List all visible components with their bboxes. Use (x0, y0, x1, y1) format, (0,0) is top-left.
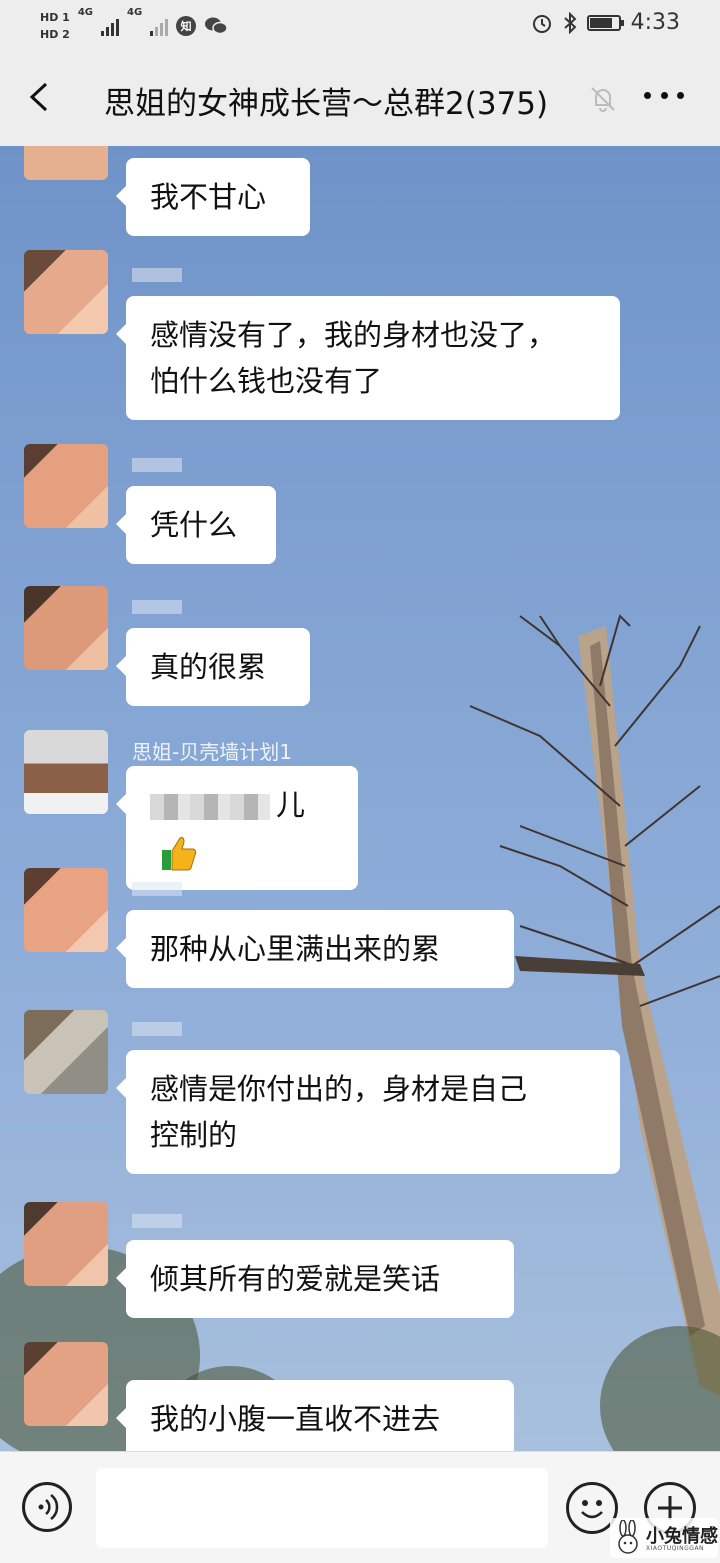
avatar[interactable] (24, 868, 108, 952)
network-label-2: 4G (127, 7, 143, 18)
message-bubble[interactable]: 感情是你付出的，身材是自己 控制的 (116, 1050, 620, 1174)
bell-muted-icon (591, 87, 615, 112)
avatar[interactable] (24, 586, 108, 670)
message-bubble[interactable]: 凭什么 (116, 486, 276, 564)
sender-name (132, 1022, 182, 1036)
message-bubble[interactable]: 儿 (116, 766, 358, 890)
thumbs-up-icon (162, 837, 197, 871)
message-text: 真的很累 (150, 650, 267, 684)
signal-icon-2 (150, 16, 169, 36)
alarm-icon (532, 14, 551, 33)
watermark-subtext: XIAOTUQINGGAN (646, 1545, 705, 1552)
avatar[interactable] (24, 1010, 108, 1094)
rabbit-icon (618, 1520, 638, 1554)
bluetooth-icon (563, 11, 577, 34)
battery-icon (586, 14, 624, 31)
avatar[interactable] (24, 146, 108, 180)
message-text: 那种从心里满出来的累 (150, 932, 441, 966)
message-text: 凭什么 (150, 508, 238, 542)
avatar[interactable] (24, 730, 108, 814)
message-text-line: 感情没有了，我的身材也没了， (150, 318, 557, 352)
sender-name (132, 1214, 182, 1228)
message-text-line: 怕什么钱也没有了 (150, 364, 383, 398)
blurred-text (150, 794, 270, 820)
sender-name: 思姐-贝壳墙计划1 (132, 740, 292, 764)
message-input[interactable] (96, 1468, 548, 1548)
chat-header: 思姐的女神成长营～总群2(375) (0, 52, 720, 146)
hd1-label: HD 1 (40, 11, 70, 24)
network-label-1: 4G (77, 7, 93, 18)
chevron-left-icon[interactable] (26, 82, 56, 112)
sender-name (132, 600, 182, 614)
avatar[interactable] (24, 1202, 108, 1286)
message-bubble[interactable]: 真的很累 (116, 628, 310, 706)
message-text: 倾其所有的爱就是笑话 (150, 1262, 441, 1296)
avatar[interactable] (24, 250, 108, 334)
watermark-logo: 小兔情感 XIAOTUQINGGAN (610, 1518, 718, 1558)
message-text-line: 感情是你付出的，身材是自己 (150, 1072, 528, 1106)
hd2-label: HD 2 (40, 28, 70, 41)
avatar[interactable] (24, 1342, 108, 1426)
status-right: 4:33 (531, 10, 680, 35)
message-text: 儿 (276, 788, 306, 822)
status-left: HD 1 HD 2 4G 4G 知 (40, 6, 228, 46)
message-bubble[interactable]: 我的小腹一直收不进去 (116, 1380, 514, 1451)
chat-area[interactable]: 我不甘心 感情没有了，我的身材也没了， 怕什么钱也没有了 凭什么 真的很累 思姐… (0, 146, 720, 1451)
status-bar: HD 1 HD 2 4G 4G 知 4:33 (0, 0, 720, 52)
sender-name (132, 268, 182, 282)
wechat-icon (205, 17, 228, 35)
zhihu-app-icon: 知 (176, 16, 197, 36)
message-text: 我的小腹一直收不进去 (150, 1402, 441, 1436)
sender-name (132, 458, 182, 472)
message-bubble[interactable]: 倾其所有的爱就是笑话 (116, 1240, 514, 1318)
more-dots-icon[interactable] (644, 80, 684, 110)
message-bubble[interactable]: 那种从心里满出来的累 (116, 910, 514, 988)
voice-icon[interactable] (22, 1482, 72, 1532)
clock: 4:33 (630, 10, 680, 35)
sender-name (132, 882, 182, 896)
message-text-line: 控制的 (150, 1118, 238, 1152)
page-title: 思姐的女神成长营～总群2(375) (104, 86, 549, 122)
message-bubble[interactable]: 我不甘心 (116, 158, 310, 236)
avatar[interactable] (24, 444, 108, 528)
message-bubble[interactable]: 感情没有了，我的身材也没了， 怕什么钱也没有了 (116, 296, 620, 420)
message-text: 我不甘心 (150, 180, 267, 214)
signal-icon (101, 16, 119, 36)
